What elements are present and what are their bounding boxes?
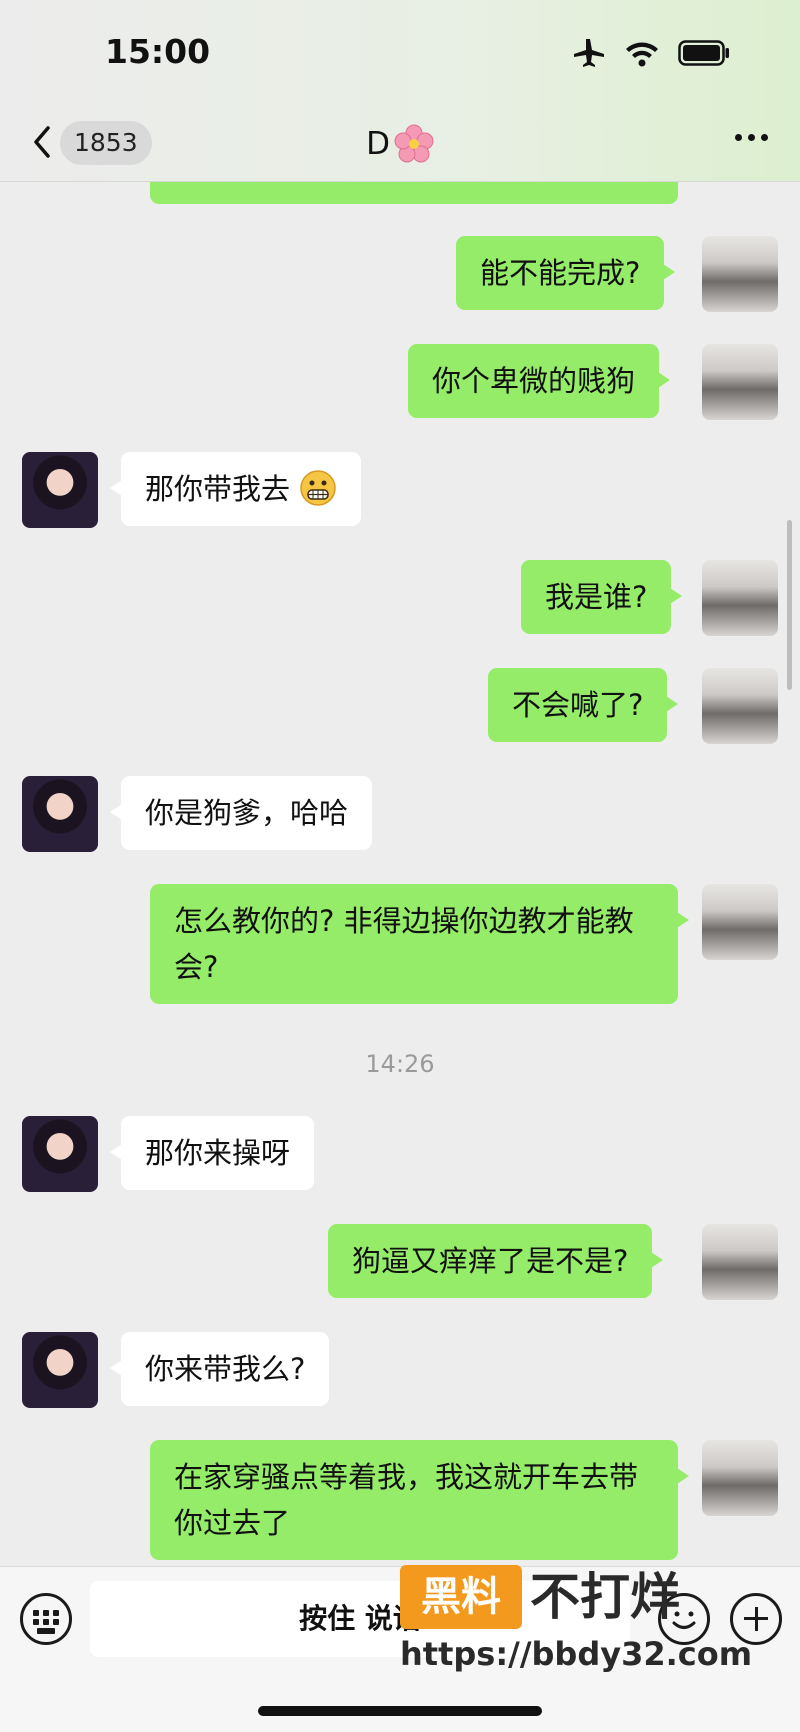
message-bubble-sent[interactable]: 能不能完成? (456, 236, 676, 310)
message-text: 那你带我去 (145, 472, 291, 506)
home-indicator (258, 1706, 542, 1716)
more-options-button[interactable] (735, 134, 768, 141)
message-bubble-sent[interactable]: 在家穿骚点等着我，我这就开车去带你过去了 (150, 1440, 689, 1560)
my-avatar[interactable] (702, 1440, 778, 1516)
watermark: 黑料 不打烊 https://bbdy32.com (400, 1565, 760, 1705)
message-bubble-sent[interactable]: 狗逼又痒痒了是不是? (328, 1224, 664, 1298)
chat-title-text: D (366, 126, 390, 162)
chat-header: 1853 D (0, 100, 800, 182)
my-avatar[interactable] (702, 668, 778, 744)
voice-keyboard-toggle-button[interactable] (20, 1593, 72, 1645)
message-text: 我是谁? (545, 580, 648, 614)
message-bubble-sent[interactable]: 我是谁? (521, 560, 683, 634)
my-avatar[interactable] (702, 344, 778, 420)
message-bubble-sent[interactable]: 你个卑微的贱狗 (408, 344, 671, 418)
message-bubble-received[interactable]: 那你带我去 (109, 452, 362, 526)
my-avatar[interactable] (702, 884, 778, 960)
status-icons (572, 38, 730, 68)
my-avatar[interactable] (702, 1224, 778, 1300)
scrollbar[interactable] (787, 520, 792, 690)
message-text: 那你来操呀 (145, 1136, 291, 1170)
contact-avatar[interactable] (22, 776, 98, 852)
message-bubble-sent[interactable]: 不会喊了? (488, 668, 679, 742)
message-bubble-partial (150, 182, 678, 204)
dot-icon (735, 134, 742, 141)
message-text: 你来带我么? (145, 1352, 306, 1386)
message-text: 能不能完成? (480, 256, 641, 290)
cherry-blossom-icon (394, 124, 434, 163)
message-bubble-received[interactable]: 你来带我么? (109, 1332, 330, 1406)
watermark-url: https://bbdy32.com (400, 1635, 753, 1673)
watermark-badge: 黑料 (400, 1565, 522, 1629)
dot-icon (761, 134, 768, 141)
battery-icon (678, 40, 729, 66)
message-bubble-received[interactable]: 那你来操呀 (109, 1116, 315, 1190)
chat-title: D (0, 122, 800, 166)
wifi-icon (626, 42, 658, 67)
grimacing-face-icon (300, 470, 336, 506)
dot-icon (748, 134, 755, 141)
status-bar: 15:00 (0, 0, 800, 100)
contact-avatar[interactable] (22, 452, 98, 528)
airplane-mode-icon (574, 39, 604, 67)
message-bubble-sent[interactable]: 怎么教你的? 非得边操你边教才能教会? (150, 884, 689, 1004)
message-text: 你是狗爹，哈哈 (145, 796, 349, 830)
message-text: 不会喊了? (512, 688, 644, 722)
my-avatar[interactable] (702, 236, 778, 312)
contact-avatar[interactable] (22, 1116, 98, 1192)
message-bubble-received[interactable]: 你是狗爹，哈哈 (109, 776, 373, 850)
contact-avatar[interactable] (22, 1332, 98, 1408)
my-avatar[interactable] (702, 560, 778, 636)
message-timestamp: 14:26 (365, 1050, 435, 1078)
message-text: 在家穿骚点等着我，我这就开车去带你过去了 (174, 1460, 639, 1540)
message-text: 狗逼又痒痒了是不是? (352, 1244, 629, 1278)
message-text: 怎么教你的? 非得边操你边教才能教会? (174, 904, 634, 984)
watermark-text: 不打烊 (530, 1568, 680, 1626)
message-text: 你个卑微的贱狗 (432, 364, 636, 398)
status-time: 15:00 (105, 32, 211, 71)
